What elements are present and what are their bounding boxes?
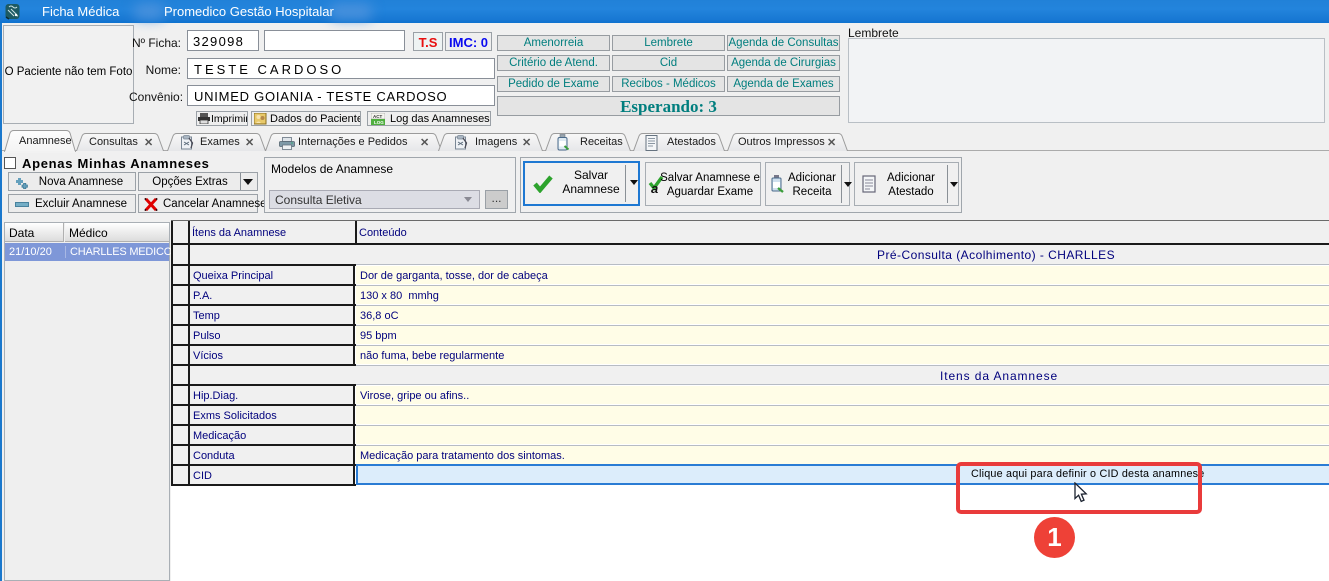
svg-text:ACT: ACT: [373, 114, 382, 119]
svg-text:a: a: [651, 181, 658, 195]
svg-text:LOG: LOG: [374, 120, 384, 125]
